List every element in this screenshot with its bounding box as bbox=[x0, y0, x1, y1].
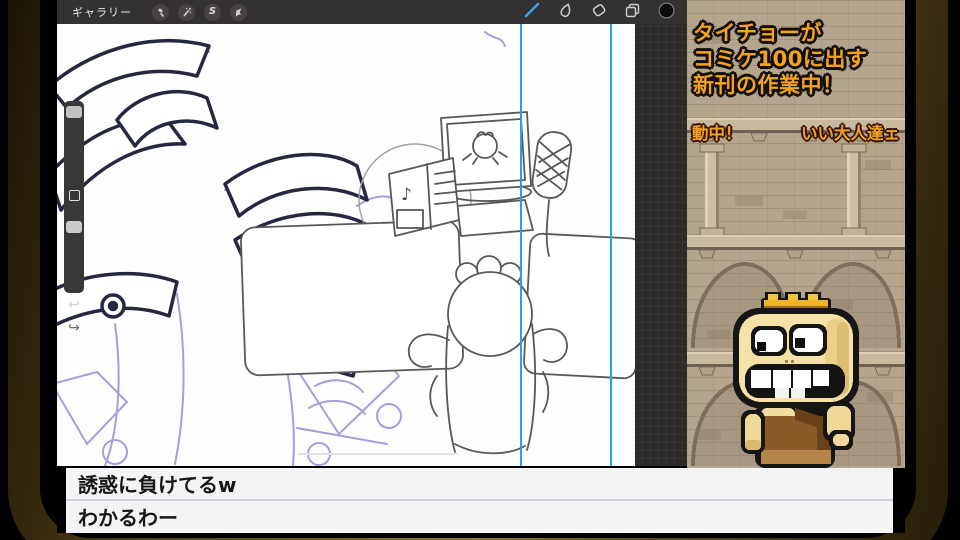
svg-text:♪: ♪ bbox=[401, 185, 412, 205]
brush-icon[interactable] bbox=[523, 1, 541, 23]
stream-title-text: タイチョーが コミケ100に出す 新刊の作業中！ bbox=[693, 20, 867, 98]
title-line-3: 新刊の作業中！ bbox=[693, 73, 844, 97]
brush-sidebar bbox=[64, 101, 84, 293]
comment-row: わかるわー bbox=[78, 506, 178, 530]
tablet-screen: ギャラリー S ♪ ↩ ↪ タイチョーが コミケ100に出す 新刊の作業中！ 動… bbox=[57, 0, 905, 533]
stream-stage: ギャラリー S ♪ ↩ ↪ タイチョーが コミケ100に出す 新刊の作業中！ 動… bbox=[0, 0, 960, 540]
modify-square-icon bbox=[68, 189, 80, 201]
ticker-right-text: いい大人達ェ bbox=[801, 124, 900, 143]
actions-wrench-icon[interactable] bbox=[152, 3, 169, 21]
stream-overlay-panel: タイチョーが コミケ100に出す 新刊の作業中！ 動中！ いい大人達ェ bbox=[687, 0, 905, 468]
layers-icon[interactable] bbox=[624, 2, 641, 23]
canvas-faint-line bbox=[298, 453, 458, 455]
guide-line-right bbox=[610, 24, 612, 466]
pixel-mascot-character bbox=[733, 292, 859, 468]
procreate-toolbar: ギャラリー S bbox=[57, 0, 687, 24]
eraser-icon[interactable] bbox=[591, 2, 607, 22]
chat-comment-bar: 誘惑に負けてるw わかるわー bbox=[66, 468, 893, 533]
scrolling-ticker: 動中！ いい大人達ェ bbox=[687, 120, 905, 144]
undo-icon[interactable]: ↩ bbox=[64, 297, 84, 313]
adjustments-wand-icon[interactable] bbox=[178, 3, 195, 21]
procreate-app: ギャラリー S ♪ ↩ ↪ bbox=[57, 0, 687, 466]
color-swatch-icon[interactable] bbox=[658, 2, 675, 23]
title-line-2: コミケ100に出す bbox=[693, 47, 868, 71]
gallery-button[interactable]: ギャラリー bbox=[72, 4, 132, 20]
workspace-background bbox=[635, 24, 687, 466]
opacity-slider[interactable] bbox=[66, 221, 82, 233]
drawing-canvas[interactable]: ♪ bbox=[57, 24, 635, 466]
transform-arrow-icon[interactable] bbox=[230, 3, 247, 21]
modify-button[interactable] bbox=[64, 187, 84, 203]
selection-icon[interactable]: S bbox=[204, 3, 221, 21]
guide-line-left bbox=[520, 24, 522, 466]
comment-row: 誘惑に負けてるw bbox=[78, 473, 237, 497]
pencil-sketch: ♪ bbox=[240, 111, 635, 455]
smudge-icon[interactable] bbox=[558, 2, 574, 22]
title-line-1: タイチョーが bbox=[693, 21, 822, 45]
paint-tools-group bbox=[523, 1, 675, 23]
brush-size-slider[interactable] bbox=[66, 106, 82, 118]
redo-icon[interactable]: ↪ bbox=[64, 320, 84, 336]
ticker-left-text: 動中！ bbox=[692, 124, 742, 143]
